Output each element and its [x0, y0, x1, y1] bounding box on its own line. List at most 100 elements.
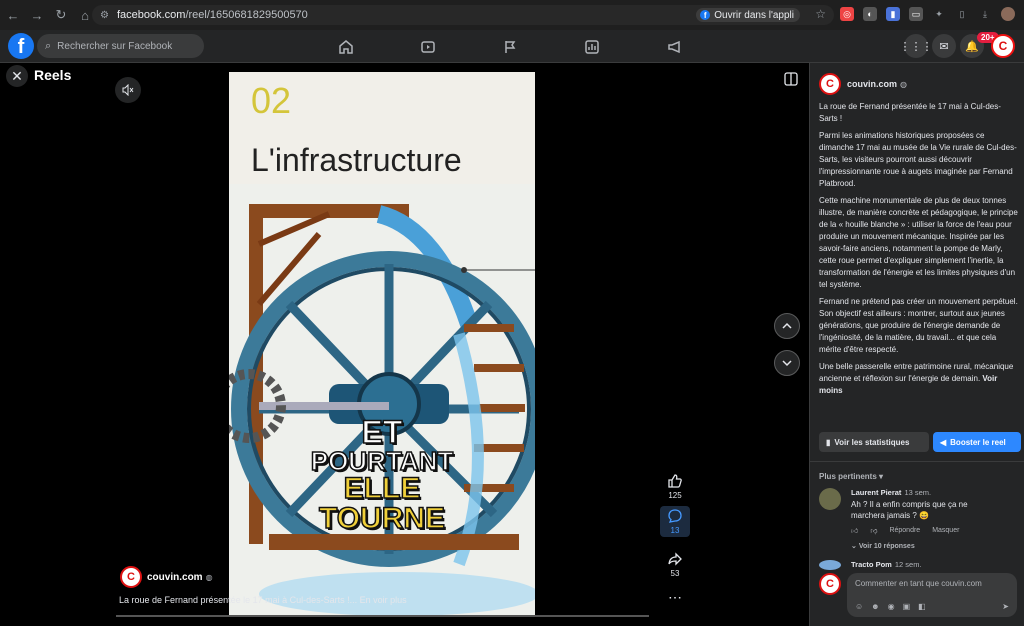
- reel-video[interactable]: 02 L'infrastructure ET POURTANT ELLE TOU…: [229, 72, 535, 616]
- video-progress-bar[interactable]: [116, 615, 649, 617]
- extension-icon[interactable]: ▮: [886, 7, 900, 21]
- like-action[interactable]: 125: [660, 473, 690, 500]
- facebook-header: f ⌕ ⋮⋮⋮ ✉ 🔔 20+ C: [0, 30, 1024, 63]
- expand-icon[interactable]: [784, 72, 800, 88]
- reel-author[interactable]: C couvin.com ◍: [120, 566, 213, 588]
- previous-reel-button[interactable]: [774, 313, 800, 339]
- search-icon: ⌕: [45, 39, 52, 52]
- panel-author[interactable]: C couvin.com ◍: [819, 73, 907, 95]
- view-replies-link[interactable]: ⌄ Voir 10 réponses: [851, 542, 915, 550]
- back-icon[interactable]: ←: [2, 4, 24, 26]
- site-settings-icon[interactable]: ⚙: [100, 10, 109, 21]
- nav-dashboard-icon[interactable]: [572, 30, 612, 63]
- nav-ads-icon[interactable]: [655, 30, 695, 63]
- reel-caption[interactable]: La roue de Fernand présentée le 17 mai à…: [119, 595, 407, 605]
- nav-video-icon[interactable]: [408, 30, 448, 63]
- sticker-icon[interactable]: ◧: [918, 602, 926, 611]
- reply-link[interactable]: Répondre: [889, 527, 920, 534]
- nav-flag-icon[interactable]: [490, 30, 530, 63]
- browser-profile-avatar[interactable]: [1001, 7, 1015, 21]
- browser-toolbar: ← → ↻ ⌂ ⚙ facebook.com/reel/165068182950…: [0, 0, 1024, 30]
- close-icon[interactable]: ✕: [6, 65, 28, 87]
- send-icon[interactable]: ➤: [1002, 602, 1009, 611]
- share-arrow-icon: [668, 552, 682, 566]
- panel-actions: ▮ Voir les statistiques ◀ Booster le ree…: [819, 432, 1021, 452]
- nav-home-icon[interactable]: [326, 30, 366, 63]
- reel-viewer: ✕ Reels 02 L'infrastructure ET POURTANT …: [0, 63, 809, 626]
- url-text: facebook.com/reel/1650681829500570: [116, 9, 308, 21]
- bar-chart-icon: ▮: [826, 437, 831, 447]
- comment-like-icon[interactable]: 👍︎: [851, 526, 858, 535]
- commenter-avatar[interactable]: [819, 488, 841, 510]
- extension-icon[interactable]: ▭: [909, 7, 923, 21]
- messenger-icon[interactable]: ✉: [932, 34, 956, 58]
- more-options-icon[interactable]: ⋯: [660, 589, 690, 606]
- overlay-line: TOURNE: [318, 502, 446, 535]
- facebook-search[interactable]: ⌕: [37, 34, 204, 58]
- caret-down-icon: ▾: [879, 472, 884, 481]
- facebook-logo-icon[interactable]: f: [8, 33, 34, 59]
- extension-icon[interactable]: ◎: [840, 7, 854, 21]
- description-paragraph: Fernand ne prétend pas créer un mouvemen…: [819, 297, 1018, 354]
- search-input[interactable]: [57, 40, 198, 52]
- overlay-line: ET: [361, 414, 403, 450]
- description-paragraph: Une belle passerelle entre patrimoine ru…: [819, 362, 1014, 395]
- comment-action[interactable]: 13: [660, 506, 690, 537]
- open-in-app-button[interactable]: f Ouvrir dans l'appli: [696, 8, 800, 22]
- extensions-puzzle-icon[interactable]: ✦: [932, 7, 946, 21]
- composer-avatar: C: [819, 573, 841, 595]
- share-count: 53: [670, 569, 680, 578]
- commenter-avatar[interactable]: [819, 560, 841, 570]
- open-in-app-label: Ouvrir dans l'appli: [714, 9, 794, 21]
- video-heading: L'infrastructure: [251, 142, 462, 178]
- panel-author-avatar[interactable]: C: [819, 73, 841, 95]
- comment-bubble-icon: [668, 509, 682, 523]
- boost-reel-label: Booster le reel: [950, 437, 1006, 447]
- overlay-line: ELLE: [343, 472, 421, 505]
- like-thumb-icon: [668, 474, 682, 488]
- comment-placeholder: Commenter en tant que couvin.com: [855, 579, 982, 588]
- gif-icon[interactable]: ▣: [903, 602, 911, 611]
- camera-icon[interactable]: ◉: [888, 602, 895, 611]
- speaker-muted-icon: [122, 84, 134, 96]
- address-bar[interactable]: ⚙ facebook.com/reel/1650681829500570 f O…: [92, 5, 834, 25]
- description-paragraph: Cette machine monumentale de plus de deu…: [819, 196, 1018, 289]
- panel-author-name[interactable]: couvin.com: [847, 79, 897, 89]
- profile-avatar[interactable]: C: [991, 34, 1015, 58]
- download-icon[interactable]: ⤓: [978, 7, 992, 21]
- comment-sort-dropdown[interactable]: Plus pertinents ▾: [819, 472, 883, 481]
- comment-composer: C Commenter en tant que couvin.com ☺ ☻ ◉…: [819, 573, 1017, 617]
- author-name[interactable]: couvin.com: [147, 572, 203, 583]
- mute-button[interactable]: [115, 77, 141, 103]
- forward-icon[interactable]: →: [26, 4, 48, 26]
- facebook-icon: f: [700, 10, 711, 20]
- water-wheel-illustration: [229, 184, 535, 616]
- bookmark-star-icon[interactable]: ☆: [815, 7, 826, 21]
- comment-time[interactable]: 13 sem.: [904, 488, 931, 497]
- commenter-name[interactable]: Laurent Pierat 13 sem.: [851, 488, 931, 497]
- next-reel-button[interactable]: [774, 350, 800, 376]
- share-action[interactable]: 53: [660, 551, 690, 578]
- chevron-down-icon: [782, 360, 792, 367]
- extensions-bar: ◎ ◐ ▮ ▭ ✦ ▯ ⤓ ⋮: [840, 7, 1024, 21]
- menu-grid-icon[interactable]: ⋮⋮⋮: [900, 34, 933, 58]
- commenter-name[interactable]: Tracto Pom 12 sem.: [851, 560, 922, 569]
- avatar-sticker-icon[interactable]: ☺: [855, 602, 863, 611]
- verified-globe-icon: ◍: [205, 572, 213, 582]
- video-number: 02: [251, 80, 292, 121]
- boost-reel-button[interactable]: ◀ Booster le reel: [933, 432, 1021, 452]
- comment-item: Laurent Pierat 13 sem. Ah ? Il a enfin co…: [819, 488, 1019, 558]
- emoji-icon[interactable]: ☻: [871, 602, 879, 611]
- comment-dislike-icon[interactable]: 👎︎: [870, 526, 877, 535]
- comment-input[interactable]: Commenter en tant que couvin.com ☺ ☻ ◉ ▣…: [847, 573, 1017, 617]
- comment-text: Ah ? Il a enfin compris que ça ne marche…: [851, 500, 968, 520]
- extension-icon[interactable]: ◐: [863, 7, 877, 21]
- view-stats-button[interactable]: ▮ Voir les statistiques: [819, 432, 929, 452]
- reload-icon[interactable]: ↻: [50, 4, 72, 26]
- megaphone-icon: ◀: [940, 437, 947, 447]
- author-avatar[interactable]: C: [120, 566, 142, 588]
- comment-time[interactable]: 12 sem.: [895, 560, 922, 569]
- hide-link[interactable]: Masquer: [932, 527, 959, 534]
- sidebar-icon[interactable]: ▯: [955, 7, 969, 21]
- view-stats-label: Voir les statistiques: [834, 437, 910, 447]
